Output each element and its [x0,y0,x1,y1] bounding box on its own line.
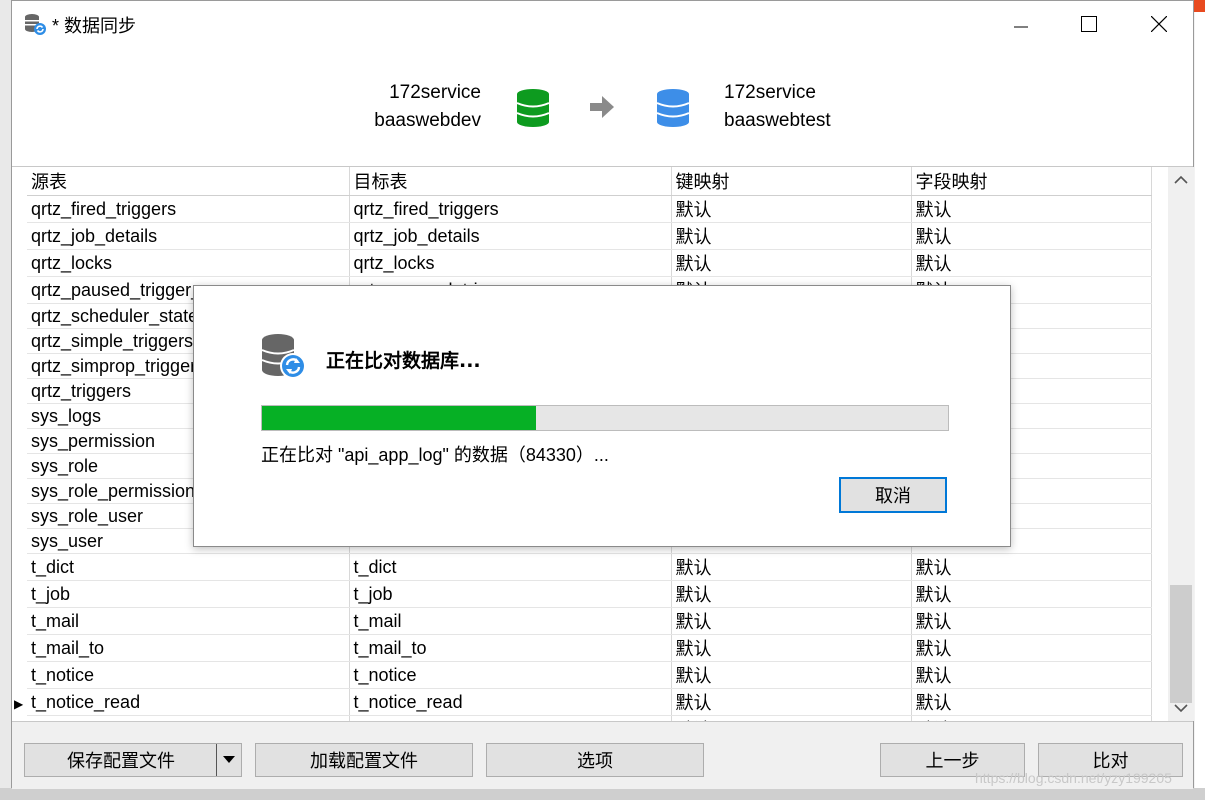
key-mapping-cell[interactable]: 默认 [671,661,912,689]
key-mapping-cell[interactable]: 默认 [671,249,912,277]
cancel-label: 取消 [875,486,911,506]
scroll-up-icon[interactable] [1174,175,1188,185]
field-mapping-cell[interactable]: 默认 [911,607,1152,635]
field-mapping-cell[interactable]: 默认 [911,249,1152,277]
load-config-label: 加载配置文件 [310,751,418,771]
source-database: baaswebdev [374,110,481,131]
dialog-title: 正在比对数据库... [326,350,481,372]
database-sync-icon [261,334,306,379]
table-row[interactable]: t_mail t_mail 默认 默认 [27,607,1152,635]
target-info: 172service baaswebtest [724,79,831,135]
target-database: baaswebtest [724,110,831,131]
source-table-cell[interactable]: qrtz_locks [27,249,350,277]
source-table-cell[interactable]: t_mail [27,607,350,635]
column-header-source[interactable]: 源表 [27,167,350,196]
save-config-label: 保存配置文件 [67,751,175,771]
vertical-scrollbar[interactable] [1168,167,1194,721]
field-mapping-cell[interactable]: 默认 [911,195,1152,223]
save-config-button[interactable]: 保存配置文件 [24,743,242,777]
table-row[interactable]: t_dict t_dict 默认 默认 [27,553,1152,581]
table-row[interactable]: t_mail_to t_mail_to 默认 默认 [27,634,1152,662]
field-mapping-cell[interactable]: 默认 [911,580,1152,608]
table-row[interactable]: qrtz_fired_triggers qrtz_fired_triggers 默认… [27,195,1152,223]
target-table-cell[interactable]: qrtz_locks [349,249,672,277]
window-title: * 数据同步 [52,16,137,36]
options-button[interactable]: 选项 [486,743,704,777]
source-table-cell[interactable]: t_job [27,580,350,608]
maximize-icon [1081,15,1097,32]
key-mapping-cell[interactable]: 默认 [671,634,912,662]
background-accent [1193,0,1205,12]
compare-progress-dialog: 正在比对数据库... 正在比对 "api_app_log" 的数据（84330）… [193,285,1011,547]
scrollbar-thumb[interactable] [1170,585,1192,703]
header-row: 源表 目标表 键映射 字段映射 [27,167,1152,196]
watermark: https://blog.csdn.net/yzy199205 [975,770,1172,786]
data-sync-app-icon [25,14,46,35]
table-row[interactable]: t_notice t_notice 默认 默认 [27,661,1152,689]
source-table-cell[interactable]: t_mail_to [27,634,350,662]
key-mapping-cell[interactable]: 默认 [671,222,912,250]
target-table-cell[interactable]: qrtz_fired_triggers [349,195,672,223]
scroll-down-icon[interactable] [1174,703,1188,713]
field-mapping-cell[interactable]: 默认 [911,688,1152,716]
options-label: 选项 [577,751,613,771]
field-mapping-cell[interactable]: 默认 [911,661,1152,689]
load-config-button[interactable]: 加载配置文件 [255,743,473,777]
column-header-field-mapping[interactable]: 字段映射 [911,167,1152,196]
field-mapping-cell[interactable]: 默认 [911,634,1152,662]
target-table-cell[interactable]: t_job [349,580,672,608]
close-icon [1151,15,1167,32]
target-table-cell[interactable]: t_notice [349,661,672,689]
source-table-cell[interactable]: t_dict [27,553,350,581]
source-connection: 172service [389,82,481,103]
title-bar[interactable]: * 数据同步 [12,1,1193,46]
progress-status: 正在比对 "api_app_log" 的数据（84330）... [261,445,609,465]
key-mapping-cell[interactable]: 默认 [671,553,912,581]
arrow-right-icon [590,96,614,118]
field-mapping-cell[interactable]: 默认 [911,222,1152,250]
table-row[interactable]: qrtz_locks qrtz_locks 默认 默认 [27,249,1152,277]
minimize-button[interactable] [998,1,1044,46]
close-button[interactable] [1136,1,1182,46]
previous-label: 上一步 [925,751,980,771]
target-table-cell[interactable]: t_notice_read [349,688,672,716]
column-header-key-mapping[interactable]: 键映射 [671,167,912,196]
source-table-cell[interactable]: t_notice [27,661,350,689]
key-mapping-cell[interactable]: 默认 [671,607,912,635]
source-info: 172service baaswebdev [374,79,481,135]
cancel-button[interactable]: 取消 [839,477,947,513]
source-table-cell[interactable]: qrtz_job_details [27,222,350,250]
target-table-cell[interactable]: t_dict [349,553,672,581]
key-mapping-cell[interactable]: 默认 [671,688,912,716]
table-row[interactable]: qrtz_job_details qrtz_job_details 默认 默认 [27,222,1152,250]
progress-bar [261,405,949,431]
source-table-cell[interactable]: t_notice_read [27,688,350,716]
target-table-cell[interactable]: t_mail [349,607,672,635]
current-row-icon: ▶ [14,697,24,711]
key-mapping-cell[interactable]: 默认 [671,580,912,608]
chevron-down-icon [223,756,235,763]
table-row[interactable]: t_job t_job 默认 默认 [27,580,1152,608]
background-window-left [0,0,11,800]
maximize-button[interactable] [1066,1,1112,46]
target-table-cell[interactable]: qrtz_job_details [349,222,672,250]
connection-header: 172service baaswebdev 172service baasweb… [12,46,1193,167]
column-header-target[interactable]: 目标表 [349,167,672,196]
background-window-bottom [0,788,1205,800]
table-row[interactable]: t_notice_read t_notice_read 默认 默认 [27,688,1152,716]
background-window-right [1195,0,1205,800]
progress-fill [262,406,537,430]
save-config-dropdown[interactable] [216,744,241,776]
key-mapping-cell[interactable]: 默认 [671,195,912,223]
target-connection: 172service [724,82,816,103]
target-table-cell[interactable]: t_mail_to [349,634,672,662]
minimize-icon [1014,26,1028,27]
source-table-cell[interactable]: qrtz_fired_triggers [27,195,350,223]
database-icon [656,89,690,127]
field-mapping-cell[interactable]: 默认 [911,553,1152,581]
database-icon [516,89,550,127]
